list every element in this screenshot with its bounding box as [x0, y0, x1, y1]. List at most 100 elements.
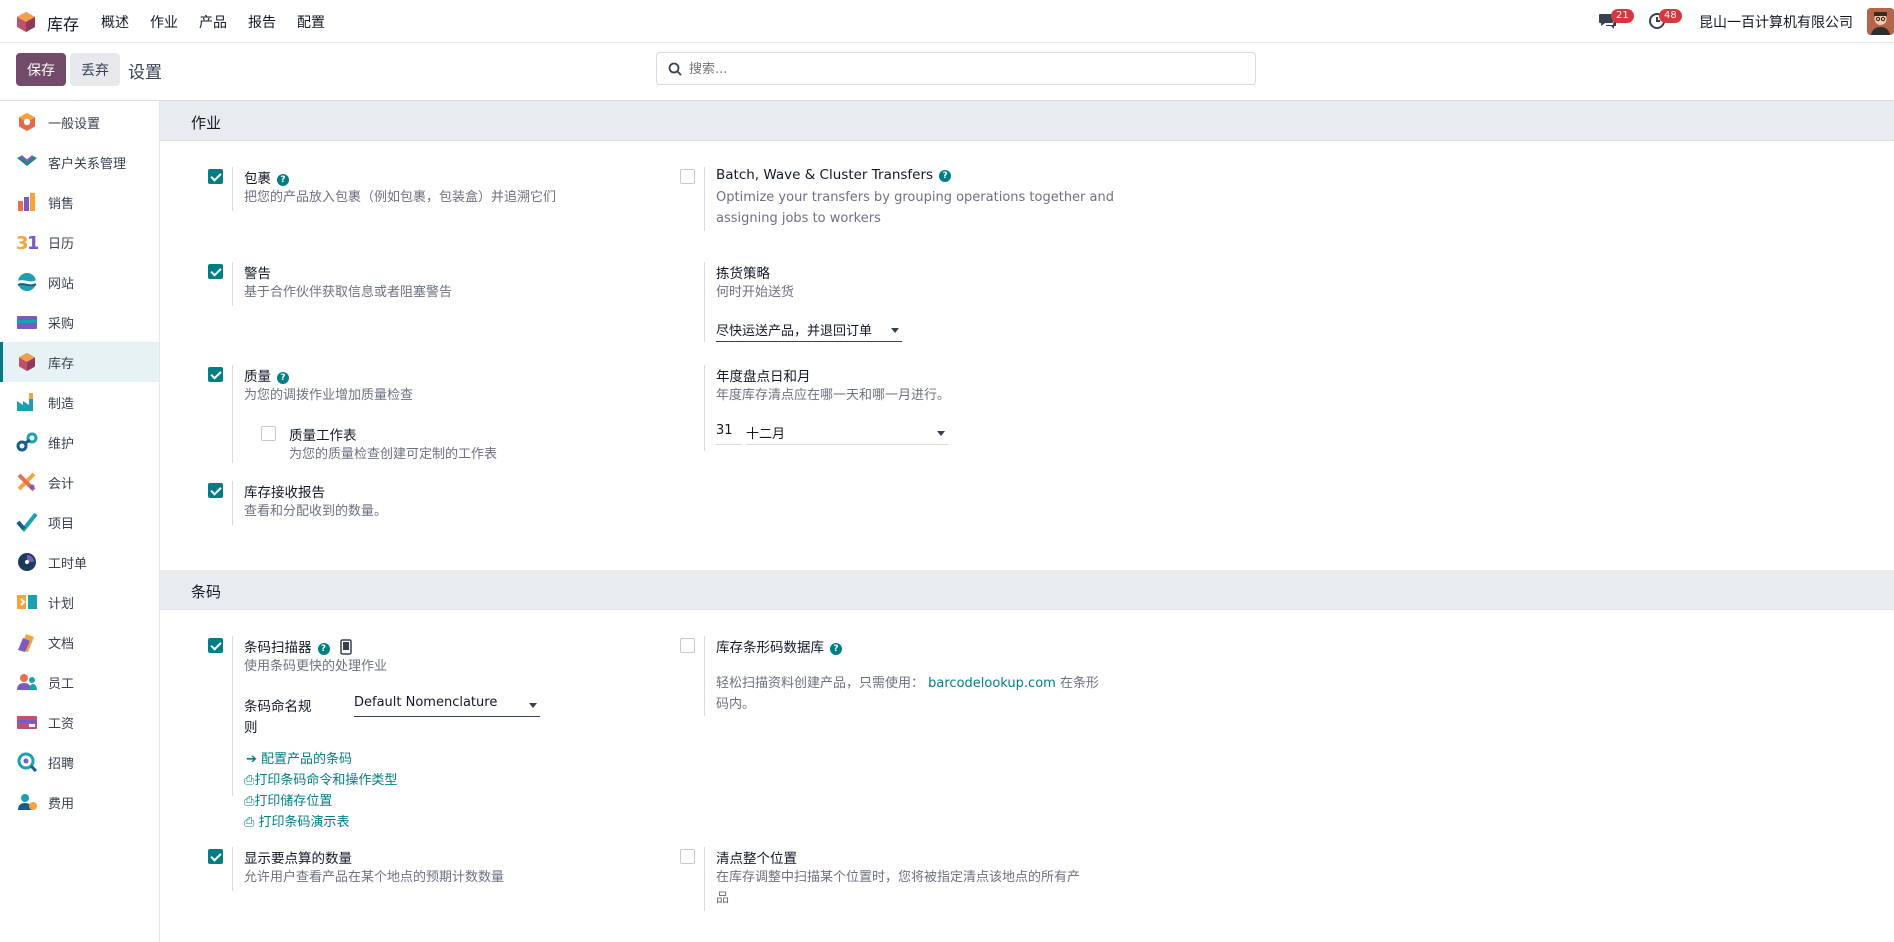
configure-product-barcodes-link[interactable]: ➔ 配置产品的条码 — [246, 748, 352, 767]
sidebar-item-general-settings[interactable]: 一般设置 — [0, 102, 159, 142]
count-entire-location-desc-2: 品 — [716, 891, 730, 906]
barcode-nomenclature-select[interactable]: Default Nomenclature — [354, 695, 540, 717]
help-icon[interactable]: ? — [830, 643, 842, 655]
calendar-icon: 31 — [16, 233, 38, 252]
section-header-barcode: 条码 — [160, 570, 1894, 610]
barcode-database-checkbox[interactable] — [680, 638, 695, 653]
inventory-icon — [19, 353, 35, 371]
app-name[interactable]: 库存 — [47, 11, 79, 35]
divider — [704, 365, 705, 451]
sidebar-item-project[interactable]: 项目 — [0, 502, 159, 542]
sidebar-item-purchase[interactable]: 采购 — [0, 302, 159, 342]
reception-report-title: 库存接收报告 — [244, 485, 325, 501]
sidebar-item-documents[interactable]: 文档 — [0, 622, 159, 662]
show-quantities-title: 显示要点算的数量 — [244, 851, 352, 867]
reception-report-checkbox[interactable] — [208, 483, 223, 498]
activities-badge: 48 — [1659, 9, 1682, 23]
barcode-scanner-title: 条码扫描器? — [244, 636, 352, 656]
help-icon[interactable]: ? — [277, 372, 289, 384]
documents-icon — [18, 634, 34, 652]
menu-overview[interactable]: 概述 — [101, 12, 129, 32]
picking-policy-select[interactable]: 尽快运送产品，并退回订单 — [716, 320, 902, 342]
messages-badge: 21 — [1611, 9, 1634, 23]
menu-configuration[interactable]: 配置 — [297, 12, 325, 32]
recruitment-icon — [17, 752, 38, 772]
chevron-down-icon — [937, 431, 945, 436]
sidebar-item-planning[interactable]: 计划 — [0, 582, 159, 622]
sidebar-item-employees[interactable]: 员工 — [0, 662, 159, 702]
divider — [232, 481, 233, 525]
warnings-title: 警告 — [244, 266, 271, 282]
menu-reporting[interactable]: 报告 — [248, 12, 276, 32]
annual-inventory-title: 年度盘点日和月 — [716, 369, 811, 385]
arrow-right-icon: ➔ — [246, 752, 262, 767]
packages-checkbox[interactable] — [208, 169, 223, 184]
sidebar-item-accounting[interactable]: 会计 — [0, 462, 159, 502]
annual-inventory-month-select[interactable]: 十二月 — [746, 423, 948, 445]
sidebar-item-inventory[interactable]: 库存 — [0, 342, 159, 382]
accounting-icon — [17, 472, 36, 492]
warnings-checkbox[interactable] — [208, 264, 223, 279]
divider — [232, 847, 233, 891]
page-title: 设置 — [128, 63, 162, 83]
user-avatar[interactable] — [1867, 8, 1894, 35]
website-icon — [17, 273, 37, 291]
sidebar-item-payroll[interactable]: 工资 — [0, 702, 159, 742]
chevron-down-icon — [891, 328, 899, 333]
sidebar-item-sales[interactable]: 销售 — [0, 182, 159, 222]
sidebar-item-timesheet[interactable]: 工时单 — [0, 542, 159, 582]
help-icon[interactable]: ? — [939, 170, 952, 182]
divider — [704, 636, 705, 716]
print-barcode-commands-link[interactable]: ⎙打印条码命令和操作类型 — [244, 769, 397, 788]
sidebar-item-website[interactable]: 网站 — [0, 262, 159, 302]
sidebar-item-calendar[interactable]: 31 日历 — [0, 222, 159, 262]
project-icon — [16, 512, 38, 532]
divider — [704, 167, 705, 231]
sales-icon — [18, 193, 35, 211]
divider — [232, 167, 233, 211]
divider — [232, 365, 233, 463]
menu-operations[interactable]: 作业 — [150, 12, 178, 32]
quality-worksheet-desc: 为您的质量检查创建可定制的工作表 — [289, 447, 498, 462]
discard-button[interactable]: 丢弃 — [70, 53, 120, 86]
general-settings-icon — [19, 113, 35, 131]
odoo-apps-logo-icon[interactable] — [16, 11, 36, 33]
print-barcode-demo-link[interactable]: ⎙ 打印条码演示表 — [244, 811, 350, 830]
barcode-database-title: 库存条形码数据库? — [716, 636, 842, 656]
barcode-nomenclature-label-2: 则 — [244, 720, 258, 736]
packages-desc: 把您的产品放入包裹（例如包裹，包装盒）并追溯它们 — [244, 190, 557, 205]
show-quantities-checkbox[interactable] — [208, 849, 223, 864]
count-entire-location-desc-1: 在库存调整中扫描某个位置时，您将被指定清点该地点的所有产 — [716, 870, 1081, 885]
annual-inventory-day-input[interactable]: 31 — [716, 423, 742, 445]
picking-policy-desc: 何时开始送货 — [716, 285, 795, 300]
sidebar-item-expenses[interactable]: 费用 — [0, 782, 159, 822]
barcode-database-desc: 轻松扫描资料创建产品，只需使用： barcodelookup.com 在条形 — [716, 676, 1099, 691]
help-icon[interactable]: ? — [277, 174, 289, 186]
sidebar-item-crm[interactable]: 客户关系管理 — [0, 142, 159, 182]
svg-text:1: 1 — [27, 233, 38, 252]
search-input[interactable] — [689, 59, 1239, 79]
annual-inventory-desc: 年度库存清点应在哪一天和哪一月进行。 — [716, 388, 951, 403]
count-entire-location-checkbox[interactable] — [680, 849, 695, 864]
sidebar-item-maintenance[interactable]: 维护 — [0, 422, 159, 462]
sidebar-item-recruitment[interactable]: 招聘 — [0, 742, 159, 782]
purchase-icon — [17, 316, 37, 329]
quality-checkbox[interactable] — [208, 367, 223, 382]
planning-icon — [17, 595, 37, 609]
divider — [704, 847, 705, 911]
menu-products[interactable]: 产品 — [199, 12, 227, 32]
sidebar-item-manufacturing[interactable]: 制造 — [0, 382, 159, 422]
search-box[interactable] — [656, 52, 1256, 85]
expenses-icon — [18, 794, 37, 810]
quality-desc: 为您的调拨作业增加质量检查 — [244, 388, 414, 403]
settings-main: 作业 包裹? 把您的产品放入包裹（例如包裹，包装盒）并追溯它们 Batch, W… — [160, 101, 1894, 942]
barcode-scanner-checkbox[interactable] — [208, 638, 223, 653]
save-button[interactable]: 保存 — [16, 53, 66, 86]
barcodelookup-link[interactable]: barcodelookup.com — [928, 676, 1056, 691]
print-locations-link[interactable]: ⎙打印储存位置 — [244, 790, 332, 809]
company-switcher[interactable]: 昆山一百计算机有限公司 — [1699, 12, 1853, 32]
barcode-scanner-desc: 使用条码更快的处理作业 — [244, 659, 388, 674]
help-icon[interactable]: ? — [317, 643, 330, 655]
quality-worksheet-checkbox[interactable] — [261, 426, 276, 441]
batch-transfers-checkbox[interactable] — [680, 169, 695, 184]
